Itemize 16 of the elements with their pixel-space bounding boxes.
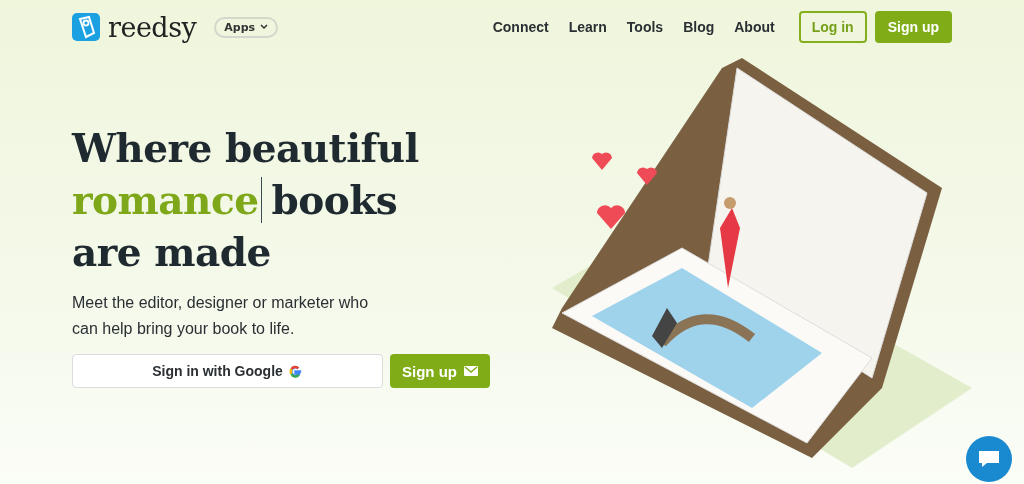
chat-bubble-icon [977, 449, 1001, 469]
subtitle: Meet the editor, designer or marketer who can help bring your book to life. [72, 293, 370, 339]
nav-link[interactable]: About [734, 19, 775, 35]
envelope-icon [464, 366, 478, 376]
google-signin-button[interactable]: Sign in with Google [72, 354, 383, 388]
apps-menu[interactable]: Apps [214, 16, 279, 38]
chevron-down-icon [260, 24, 269, 30]
google-icon [287, 363, 303, 379]
nav-link[interactable]: Tools [626, 19, 664, 35]
nav-link[interactable]: Connect [492, 19, 549, 35]
chat-button[interactable] [966, 436, 1012, 482]
brand-name[interactable]: reedsy [108, 11, 197, 43]
logo-icon [72, 13, 100, 41]
nav-link[interactable]: Learn [568, 19, 607, 35]
headline: Where beautiful romance books are made [72, 124, 420, 277]
nav-link[interactable]: Blog [683, 19, 715, 35]
